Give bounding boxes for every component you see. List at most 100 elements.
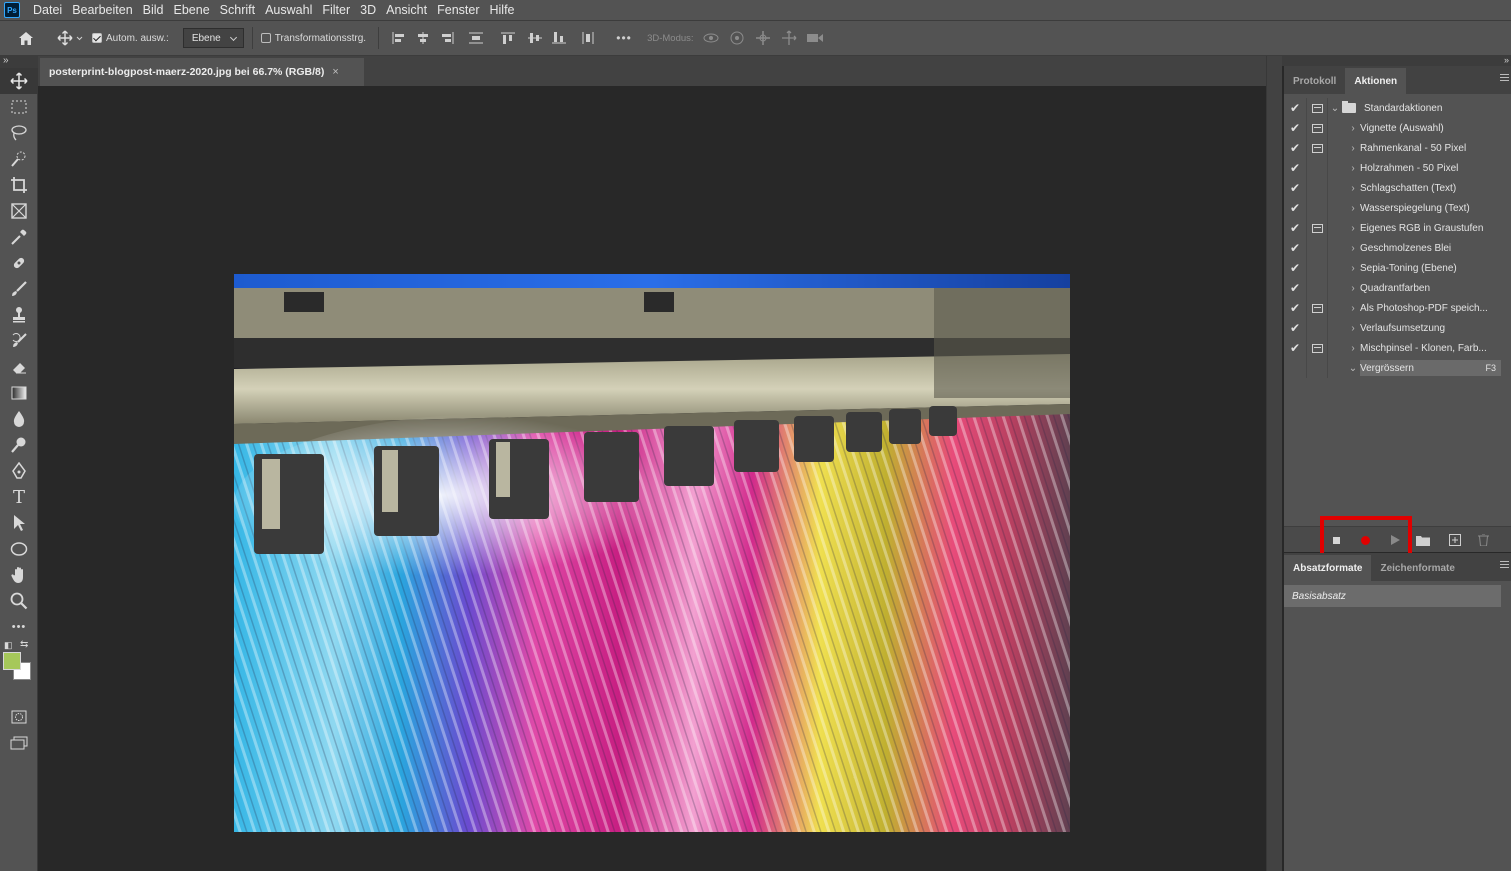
dodge-tool-icon[interactable] <box>0 432 38 458</box>
toggle-dialog-icon[interactable] <box>1306 198 1328 218</box>
menu-hilfe[interactable]: Hilfe <box>485 3 520 17</box>
tab-protokoll[interactable]: Protokoll <box>1284 68 1345 94</box>
action-row[interactable]: ✔ › Als Photoshop-PDF speich... <box>1284 298 1511 318</box>
panel-menu-icon[interactable] <box>1500 74 1509 81</box>
new-action-icon[interactable] <box>1446 532 1464 548</box>
document-tab[interactable]: posterprint-blogpost-maerz-2020.jpg bei … <box>40 58 364 86</box>
eraser-tool-icon[interactable] <box>0 354 38 380</box>
hand-tool-icon[interactable] <box>0 562 38 588</box>
toggle-dialog-icon[interactable] <box>1306 178 1328 198</box>
eyedropper-tool-icon[interactable] <box>0 224 38 250</box>
action-row[interactable]: ✔ › Geschmolzenes Blei <box>1284 238 1511 258</box>
action-row[interactable]: ✔ › Verlaufsumsetzung <box>1284 318 1511 338</box>
move-tool-icon[interactable] <box>0 68 38 94</box>
3d-slide-icon[interactable] <box>776 26 802 50</box>
close-document-icon[interactable]: × <box>332 66 338 78</box>
blur-tool-icon[interactable] <box>0 406 38 432</box>
transform-controls-check[interactable] <box>260 33 271 43</box>
menu-bild[interactable]: Bild <box>138 3 169 17</box>
action-row[interactable]: ✔ › Mischpinsel - Klonen, Farb... <box>1284 338 1511 358</box>
toggle-item-check-icon[interactable]: ✔ <box>1284 321 1306 335</box>
toggle-item-check-icon[interactable]: ✔ <box>1284 101 1306 115</box>
toggle-item-check-icon[interactable]: ✔ <box>1284 141 1306 155</box>
action-row[interactable]: ✔ › Holzrahmen - 50 Pixel <box>1284 158 1511 178</box>
toggle-item-check-icon[interactable]: ✔ <box>1284 301 1306 315</box>
action-row[interactable]: ✔ › Vignette (Auswahl) <box>1284 118 1511 138</box>
more-options-icon[interactable]: ••• <box>605 26 643 50</box>
more-tools-icon[interactable]: ••• <box>0 614 38 640</box>
tab-zeichenformate[interactable]: Zeichenformate <box>1371 555 1463 581</box>
gradient-tool-icon[interactable] <box>0 380 38 406</box>
chevron-right-icon[interactable]: › <box>1346 283 1360 294</box>
chevron-right-icon[interactable]: › <box>1346 223 1360 234</box>
action-row[interactable]: ✔ › Rahmenkanal - 50 Pixel <box>1284 138 1511 158</box>
home-icon[interactable] <box>0 26 52 50</box>
toggle-dialog-icon[interactable] <box>1306 278 1328 298</box>
trash-icon[interactable] <box>1474 532 1492 548</box>
history-brush-tool-icon[interactable] <box>0 328 38 354</box>
new-set-folder-icon[interactable] <box>1414 532 1432 548</box>
move-tool-preset-icon[interactable] <box>52 26 88 50</box>
pen-tool-icon[interactable] <box>0 458 38 484</box>
menu-bearbeiten[interactable]: Bearbeiten <box>67 3 137 17</box>
chevron-down-icon[interactable]: ⌄ <box>1346 363 1360 374</box>
marquee-tool-icon[interactable] <box>0 94 38 120</box>
chevron-right-icon[interactable]: › <box>1346 303 1360 314</box>
tab-aktionen[interactable]: Aktionen <box>1345 68 1407 94</box>
toggle-dialog-icon[interactable] <box>1306 298 1328 318</box>
quick-selection-tool-icon[interactable] <box>0 146 38 172</box>
action-row[interactable]: ✔ › Sepia-Toning (Ebene) <box>1284 258 1511 278</box>
chevron-right-icon[interactable]: › <box>1346 203 1360 214</box>
chevron-right-icon[interactable]: › <box>1346 123 1360 134</box>
action-row[interactable]: ✔ › Quadrantfarben <box>1284 278 1511 298</box>
healing-brush-tool-icon[interactable] <box>0 250 38 276</box>
foreground-color-swatch[interactable] <box>3 652 21 670</box>
3d-roll-icon[interactable] <box>724 26 750 50</box>
3d-camera-icon[interactable] <box>802 26 828 50</box>
chevron-right-icon[interactable]: › <box>1346 343 1360 354</box>
document-image[interactable] <box>234 274 1070 832</box>
paragraph-style-basisabsatz[interactable]: Basisabsatz <box>1284 585 1501 607</box>
toggle-dialog-icon[interactable] <box>1306 138 1328 158</box>
chevron-down-icon[interactable]: ⌄ <box>1328 103 1342 114</box>
toggle-item-check-icon[interactable]: ✔ <box>1284 281 1306 295</box>
clone-stamp-tool-icon[interactable] <box>0 302 38 328</box>
auto-select-checkbox[interactable]: Autom. ausw.: <box>92 33 169 44</box>
toggle-item-check-icon[interactable]: ✔ <box>1284 121 1306 135</box>
toggle-item-check-icon[interactable]: ✔ <box>1284 341 1306 355</box>
auto-select-dropdown[interactable]: Ebene <box>182 28 244 48</box>
quick-mask-icon[interactable] <box>0 704 38 730</box>
panel-menu-icon[interactable] <box>1500 561 1509 568</box>
menu-schrift[interactable]: Schrift <box>215 3 260 17</box>
align-left-icon[interactable] <box>387 26 411 50</box>
toggle-dialog-icon[interactable] <box>1306 258 1328 278</box>
toggle-dialog-icon[interactable] <box>1306 318 1328 338</box>
action-row[interactable]: ⌄ Vergrössern F3 <box>1284 358 1511 378</box>
chevron-right-icon[interactable]: › <box>1346 323 1360 334</box>
chevron-right-icon[interactable]: › <box>1346 143 1360 154</box>
brush-tool-icon[interactable] <box>0 276 38 302</box>
align-vertical-center-icon[interactable] <box>523 26 547 50</box>
chevron-right-icon[interactable]: › <box>1346 163 1360 174</box>
type-tool-icon[interactable]: T <box>0 484 38 510</box>
menu-3d[interactable]: 3D <box>355 3 381 17</box>
action-row[interactable]: ✔ › Schlagschatten (Text) <box>1284 178 1511 198</box>
ellipse-tool-icon[interactable] <box>0 536 38 562</box>
toggle-item-check-icon[interactable]: ✔ <box>1284 181 1306 195</box>
frame-tool-icon[interactable] <box>0 198 38 224</box>
menu-auswahl[interactable]: Auswahl <box>260 3 317 17</box>
toggle-item-check-icon[interactable]: ✔ <box>1284 221 1306 235</box>
chevron-right-icon[interactable]: › <box>1346 263 1360 274</box>
default-colors-icon[interactable]: ◧ <box>4 640 13 651</box>
align-bottom-icon[interactable] <box>547 26 571 50</box>
chevron-right-icon[interactable]: › <box>1346 183 1360 194</box>
chevron-right-icon[interactable]: › <box>1346 243 1360 254</box>
swap-colors-icon[interactable]: ⇆ <box>20 639 28 650</box>
toggle-item-check-icon[interactable]: ✔ <box>1284 161 1306 175</box>
toggle-dialog-icon[interactable] <box>1306 338 1328 358</box>
collapse-panels-icon[interactable]: » <box>1504 55 1509 65</box>
toggle-dialog-icon[interactable] <box>1306 118 1328 138</box>
action-row[interactable]: ✔ › Wasserspiegelung (Text) <box>1284 198 1511 218</box>
screen-mode-icon[interactable] <box>0 730 38 756</box>
distribute-horizontal-icon[interactable] <box>459 26 493 50</box>
